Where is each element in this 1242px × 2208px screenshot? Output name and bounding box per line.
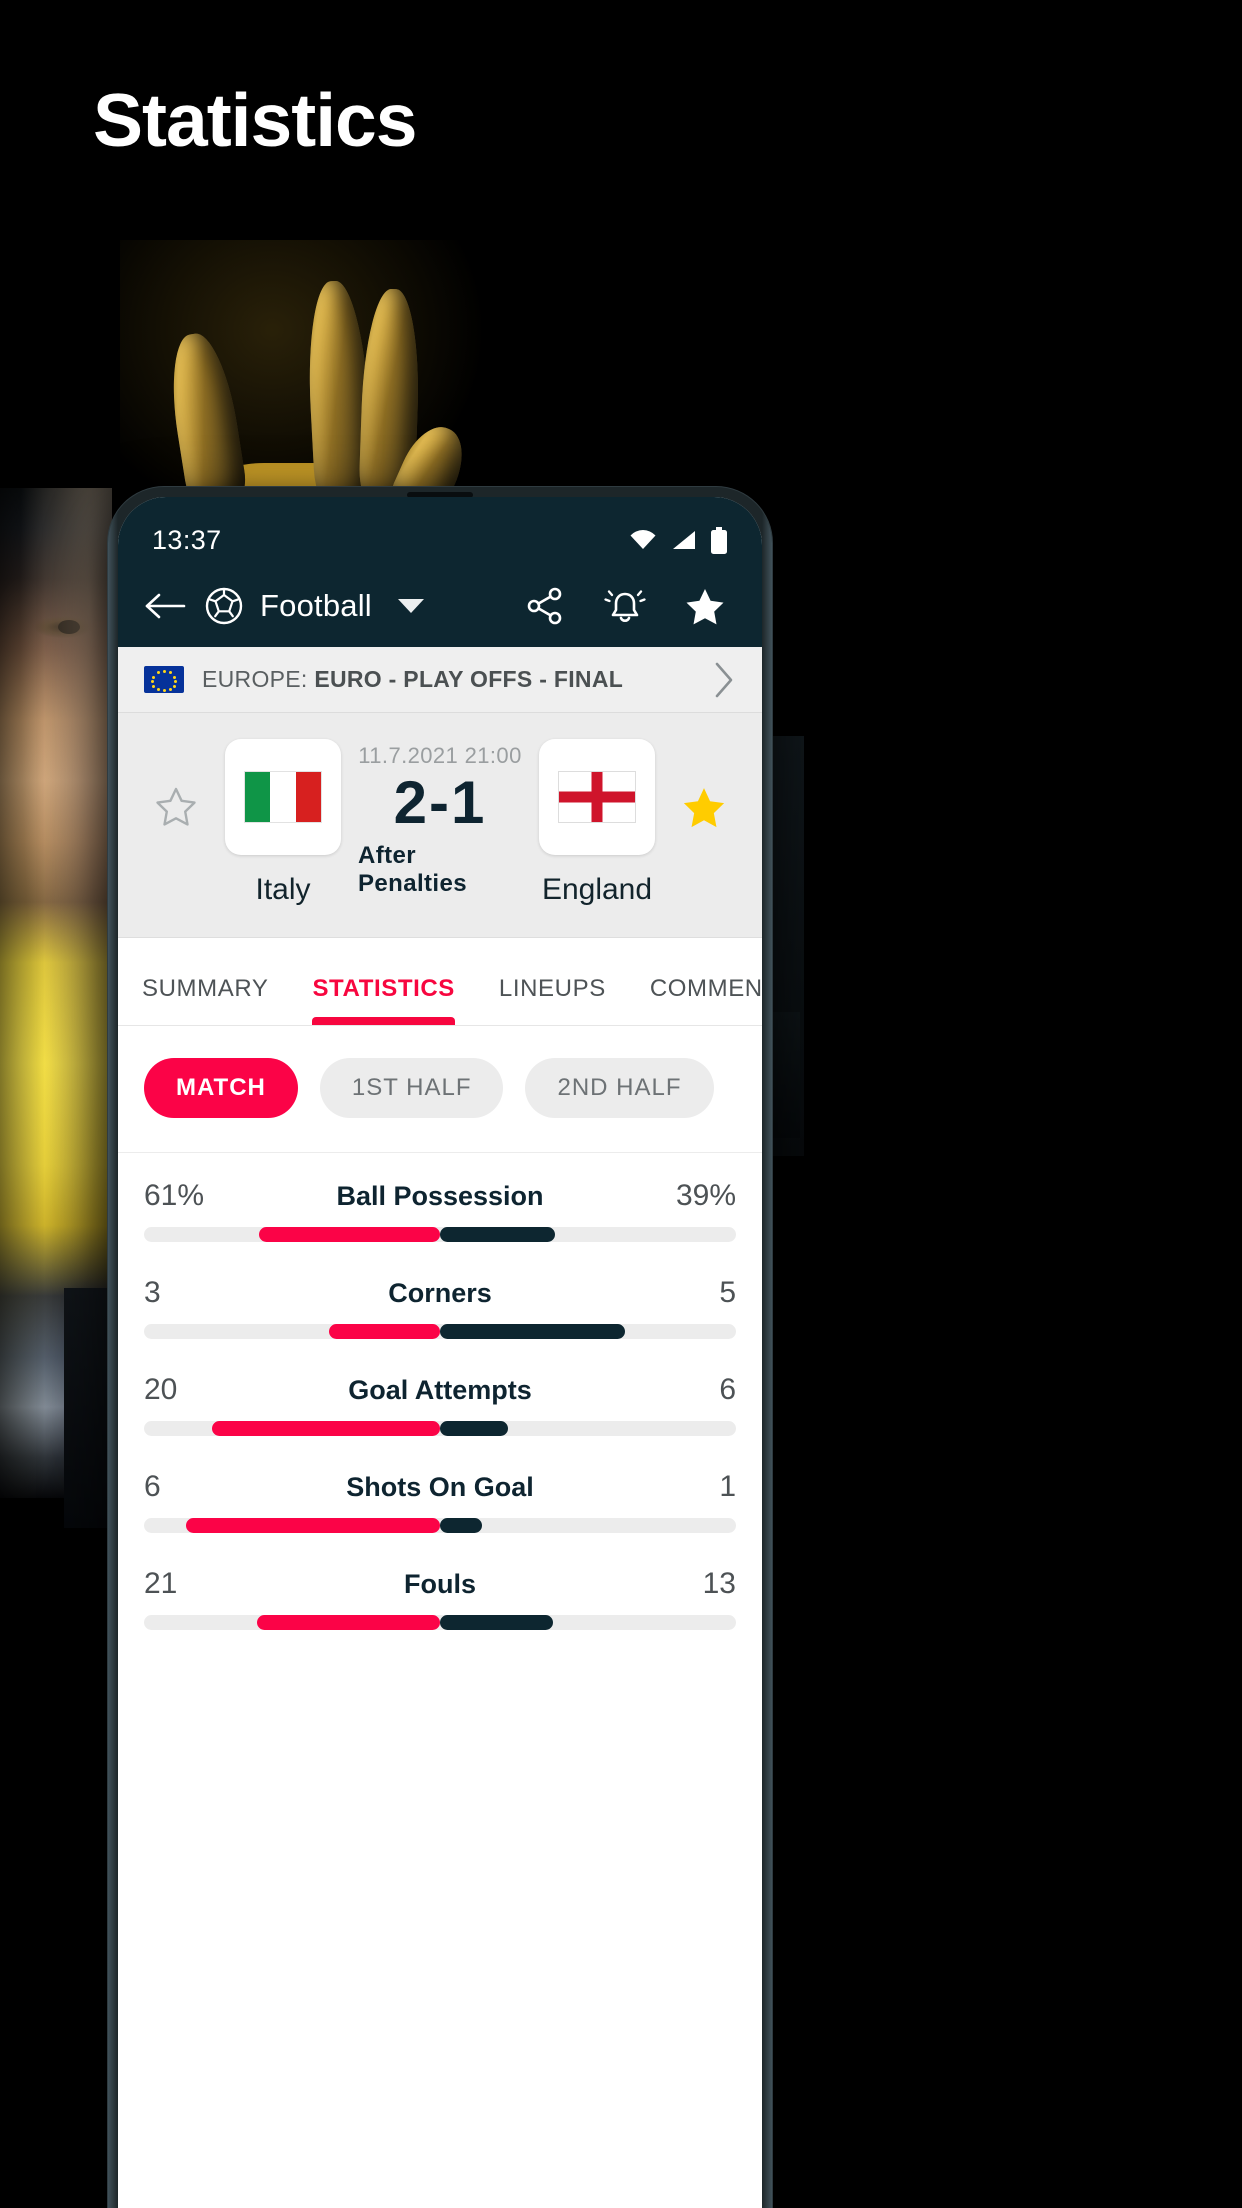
stat-row-header: 21 Fouls 13 xyxy=(144,1567,736,1601)
wifi-icon xyxy=(630,530,656,549)
match-score-note: After Penalties xyxy=(358,842,467,897)
stat-bar-track xyxy=(144,1324,736,1339)
home-team-name: Italy xyxy=(255,873,311,906)
eu-flag-icon xyxy=(144,666,184,693)
star-filled-icon[interactable] xyxy=(682,785,726,829)
phone-mockup: 13:37 Football EUROPE: EURO - PLAY OFFS … xyxy=(108,487,772,2208)
league-competition: EURO - PLAY OFFS - FINAL xyxy=(314,666,624,692)
match-datetime: 11.7.2021 21:00 xyxy=(358,743,522,768)
league-bar[interactable]: EUROPE: EURO - PLAY OFFS - FINAL xyxy=(118,647,762,713)
england-flag-icon xyxy=(558,771,636,823)
stat-bar-track xyxy=(144,1518,736,1533)
away-team-name: England xyxy=(541,873,653,906)
stat-away-value: 1 xyxy=(719,1470,736,1503)
player-eye-highlight xyxy=(34,616,92,638)
background-panel-right-lower xyxy=(770,1012,800,1138)
chip-2nd-half[interactable]: 2ND HALF xyxy=(525,1058,714,1118)
stat-label: Goal Attempts xyxy=(348,1375,532,1405)
stat-row: 20 Goal Attempts 6 xyxy=(144,1373,736,1436)
page-title: Statistics xyxy=(93,78,417,162)
stat-label: Corners xyxy=(388,1278,492,1308)
statistics-list: 61% Ball Possession 39% 3 Corners 5 20 G… xyxy=(118,1153,762,1630)
stat-row-header: 6 Shots On Goal 1 xyxy=(144,1470,736,1504)
stat-label: Fouls xyxy=(404,1569,476,1599)
stat-row-header: 3 Corners 5 xyxy=(144,1276,736,1310)
stat-bar-away xyxy=(440,1615,554,1630)
home-favorite-toggle[interactable] xyxy=(144,739,208,827)
chip-match[interactable]: MATCH xyxy=(144,1058,298,1118)
stat-bar-home xyxy=(186,1518,440,1533)
football-icon xyxy=(205,587,243,625)
tab-statistics[interactable]: STATISTICS xyxy=(312,975,456,1025)
stat-row: 61% Ball Possession 39% xyxy=(144,1179,736,1242)
stat-bar-away xyxy=(440,1518,483,1533)
chevron-down-icon[interactable] xyxy=(397,599,424,613)
stat-bar-away xyxy=(440,1324,625,1339)
battery-icon xyxy=(711,526,727,554)
stat-home-value: 21 xyxy=(144,1567,178,1600)
stat-row-header: 20 Goal Attempts 6 xyxy=(144,1373,736,1407)
stat-home-value: 6 xyxy=(144,1470,161,1503)
stat-away-value: 6 xyxy=(719,1373,736,1406)
stat-bar-away xyxy=(440,1227,556,1242)
stat-home-value: 61% xyxy=(144,1179,205,1212)
goalkeeper-glove-photo xyxy=(162,275,475,634)
match-tabs: SUMMARY STATISTICS LINEUPS COMMENTARY xyxy=(118,938,762,1026)
stat-bar-track xyxy=(144,1227,736,1242)
star-icon[interactable] xyxy=(684,585,726,627)
match-score-block: 11.7.2021 21:00 2-1 After Penalties xyxy=(358,739,522,898)
notification-bell-icon[interactable] xyxy=(604,585,646,627)
star-outline-icon[interactable] xyxy=(155,785,197,827)
home-flag-card xyxy=(225,739,341,855)
status-bar: 13:37 xyxy=(118,497,762,565)
tab-commentary[interactable]: COMMENTARY xyxy=(650,975,762,1025)
status-icons xyxy=(628,526,728,554)
signal-icon xyxy=(673,531,695,549)
league-region: EUROPE: xyxy=(202,666,315,692)
stat-row: 21 Fouls 13 xyxy=(144,1567,736,1630)
stat-home-value: 3 xyxy=(144,1276,161,1309)
stat-away-value: 39% xyxy=(675,1179,736,1212)
app-header: Football xyxy=(118,565,762,647)
stat-home-value: 20 xyxy=(144,1373,178,1406)
away-flag-card xyxy=(539,739,655,855)
stat-bar-away xyxy=(440,1421,509,1436)
player-pupil xyxy=(58,620,80,634)
app-header-left: Football xyxy=(144,586,524,626)
stat-away-value: 5 xyxy=(719,1276,736,1309)
tab-lineups[interactable]: LINEUPS xyxy=(499,975,606,1025)
stat-label: Shots On Goal xyxy=(346,1472,534,1502)
stat-bar-home xyxy=(259,1227,440,1242)
home-team[interactable]: Italy xyxy=(208,739,358,907)
stat-bar-home xyxy=(257,1615,440,1630)
stat-row-header: 61% Ball Possession 39% xyxy=(144,1179,736,1213)
back-arrow-icon[interactable] xyxy=(144,590,188,622)
share-icon[interactable] xyxy=(524,585,566,627)
stat-label: Ball Possession xyxy=(336,1181,544,1211)
period-filter-chips: MATCH 1ST HALF 2ND HALF xyxy=(118,1026,762,1153)
stat-away-value: 13 xyxy=(702,1567,736,1600)
match-score: 2-1 xyxy=(393,769,487,836)
app-title: Football xyxy=(260,588,372,623)
chevron-right-icon[interactable] xyxy=(712,660,736,700)
away-favorite-toggle[interactable] xyxy=(672,739,736,829)
match-header: Italy 11.7.2021 21:00 2-1 After Penaltie… xyxy=(118,713,762,938)
app-header-actions xyxy=(524,585,736,627)
phone-screen: 13:37 Football EUROPE: EURO - PLAY OFFS … xyxy=(118,497,762,2208)
stat-bar-home xyxy=(329,1324,440,1339)
stat-bar-track xyxy=(144,1615,736,1630)
stat-bar-home xyxy=(212,1421,440,1436)
stat-bar-track xyxy=(144,1421,736,1436)
stat-row: 3 Corners 5 xyxy=(144,1276,736,1339)
away-team[interactable]: England xyxy=(522,739,672,907)
chip-1st-half[interactable]: 1ST HALF xyxy=(319,1058,504,1118)
stat-row: 6 Shots On Goal 1 xyxy=(144,1470,736,1533)
league-name: EUROPE: EURO - PLAY OFFS - FINAL xyxy=(202,666,623,693)
status-time: 13:37 xyxy=(152,524,222,555)
glove-finger xyxy=(162,329,250,512)
italy-flag-icon xyxy=(244,771,322,823)
tab-summary[interactable]: SUMMARY xyxy=(142,975,268,1025)
